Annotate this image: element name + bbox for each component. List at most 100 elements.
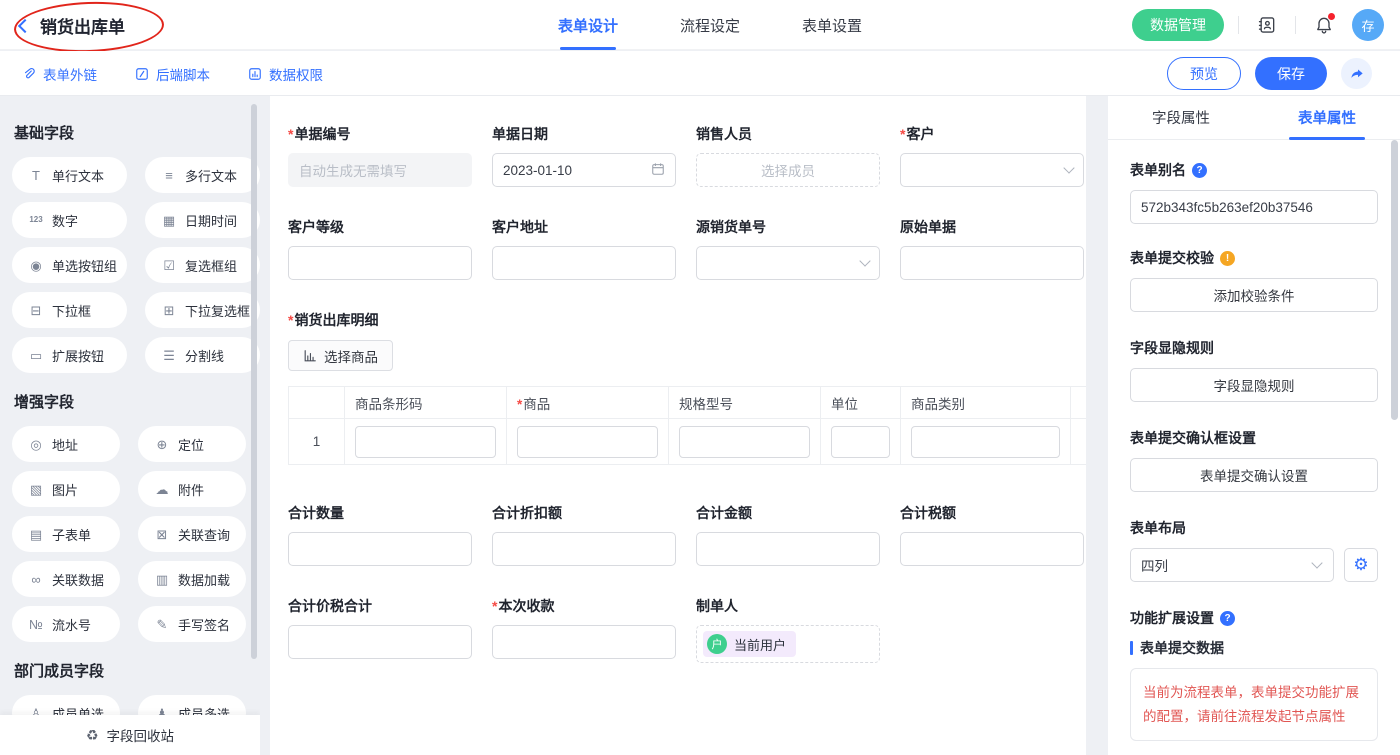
avatar[interactable]: 存 <box>1352 9 1384 41</box>
field-item-multi-line-text[interactable]: ≡多行文本 <box>145 157 260 193</box>
visibility-rules-label: 字段显隐规则 <box>1130 338 1214 358</box>
data-manage-button[interactable]: 数据管理 <box>1132 9 1224 41</box>
sidebar-scrollbar[interactable] <box>251 104 257 659</box>
source-order-select[interactable] <box>696 246 880 280</box>
field-doc-no[interactable]: *单据编号 自动生成无需填写 <box>288 124 472 187</box>
total-discount-input[interactable] <box>492 532 676 566</box>
field-item-locate[interactable]: ⊕定位 <box>138 426 246 462</box>
field-total-tax[interactable]: 合计税额 <box>900 503 1084 566</box>
doc-date-input[interactable]: 2023-01-10 <box>492 153 676 187</box>
field-customer-level[interactable]: 客户等级 <box>288 217 472 280</box>
current-user-chip: 户 当前用户 <box>703 631 796 657</box>
field-total-qty[interactable]: 合计数量 <box>288 503 472 566</box>
original-doc-input[interactable] <box>900 246 1084 280</box>
total-qty-input[interactable] <box>288 532 472 566</box>
page-title: 销货出库单 <box>40 13 125 38</box>
back-icon[interactable] <box>18 18 32 32</box>
barcode-cell-input[interactable] <box>355 426 496 458</box>
submit-confirm-button[interactable]: 表单提交确认设置 <box>1130 458 1378 492</box>
field-recycle-bin[interactable]: ♻ 字段回收站 <box>0 715 260 755</box>
field-customer[interactable]: *客户 <box>900 124 1084 187</box>
field-item-number[interactable]: 123数字 <box>12 202 127 238</box>
current-payment-input[interactable] <box>492 625 676 659</box>
unit-cell-input[interactable] <box>831 426 890 458</box>
add-validation-button[interactable]: 添加校验条件 <box>1130 278 1378 312</box>
total-tax-input[interactable] <box>900 532 1084 566</box>
field-item-signature[interactable]: ✎手写签名 <box>138 606 246 642</box>
tab-field-properties[interactable]: 字段属性 <box>1108 96 1254 139</box>
category-cell-input[interactable] <box>911 426 1060 458</box>
field-item-divider[interactable]: ☰分割线 <box>145 337 260 373</box>
share-button[interactable] <box>1341 58 1372 89</box>
row-index: 1 <box>289 419 345 465</box>
bar-chart-icon <box>303 349 317 363</box>
total-with-tax-input[interactable] <box>288 625 472 659</box>
field-original-doc[interactable]: 原始单据 <box>900 217 1084 280</box>
field-item-serial-number[interactable]: №流水号 <box>12 606 120 642</box>
field-item-data-load[interactable]: ▥数据加载 <box>138 561 246 597</box>
total-amount-input[interactable] <box>696 532 880 566</box>
sales-person-picker[interactable]: 选择成员 <box>696 153 880 187</box>
form-external-link[interactable]: 表单外链 <box>22 64 97 84</box>
section-title-basic-fields: 基础字段 <box>14 122 246 143</box>
field-total-discount[interactable]: 合计折扣额 <box>492 503 676 566</box>
tab-flow-setting[interactable]: 流程设定 <box>674 0 746 50</box>
field-source-order-no[interactable]: 源销货单号 <box>696 217 880 280</box>
divider <box>1295 16 1296 34</box>
col-unit: 单位 <box>821 387 901 419</box>
field-item-checkbox-group[interactable]: ☑复选框组 <box>145 247 260 283</box>
radio-group-icon: ◉ <box>28 259 44 272</box>
form-layout-label: 表单布局 <box>1130 518 1186 538</box>
serial-number-icon: № <box>28 618 44 631</box>
field-item-radio-group[interactable]: ◉单选按钮组 <box>12 247 127 283</box>
tab-form-design[interactable]: 表单设计 <box>552 0 624 50</box>
field-customer-address[interactable]: 客户地址 <box>492 217 676 280</box>
field-item-multi-select[interactable]: ⊞下拉复选框 <box>145 292 260 328</box>
tab-form-setting[interactable]: 表单设置 <box>796 0 868 50</box>
select-product-button[interactable]: 选择商品 <box>288 340 393 371</box>
customer-address-input[interactable] <box>492 246 676 280</box>
tab-form-properties[interactable]: 表单属性 <box>1254 96 1400 139</box>
field-item-attachment[interactable]: ☁附件 <box>138 471 246 507</box>
help-icon[interactable]: ? <box>1192 163 1207 178</box>
preview-button[interactable]: 预览 <box>1167 57 1241 90</box>
calendar-icon <box>651 162 665 179</box>
action-toolbar: 表单外链 后端脚本 数据权限 预览 保存 <box>0 51 1400 96</box>
form-designer-app: 销货出库单 表单设计 流程设定 表单设置 数据管理 <box>0 0 1400 755</box>
doc-creator-picker[interactable]: 户 当前用户 <box>696 625 880 663</box>
layout-settings-button[interactable]: ⚙ <box>1344 548 1378 582</box>
field-item-select[interactable]: ⊟下拉框 <box>12 292 127 328</box>
subform-table: 商品条形码 *商品 规格型号 单位 商品类别 1 <box>288 386 1086 465</box>
field-item-address[interactable]: ◎地址 <box>12 426 120 462</box>
field-total-amount[interactable]: 合计金额 <box>696 503 880 566</box>
visibility-rules-button[interactable]: 字段显隐规则 <box>1130 368 1378 402</box>
customer-select[interactable] <box>900 153 1084 187</box>
field-item-single-line-text[interactable]: T单行文本 <box>12 157 127 193</box>
form-alias-input[interactable] <box>1130 190 1378 224</box>
panel-scrollbar[interactable] <box>1391 140 1398 420</box>
backend-script-link[interactable]: 后端脚本 <box>135 64 210 84</box>
data-permission-link[interactable]: 数据权限 <box>248 64 323 84</box>
field-doc-creator[interactable]: 制单人 户 当前用户 <box>696 596 880 663</box>
help-icon[interactable]: ? <box>1220 611 1235 626</box>
field-doc-date[interactable]: 单据日期 2023-01-10 <box>492 124 676 187</box>
field-total-with-tax[interactable]: 合计价税合计 <box>288 596 472 663</box>
share-arrow-icon <box>1349 66 1365 82</box>
field-item-lookup[interactable]: ⊠关联查询 <box>138 516 246 552</box>
field-item-subform[interactable]: ▤子表单 <box>12 516 120 552</box>
field-sales-person[interactable]: 销售人员 选择成员 <box>696 124 880 187</box>
contacts-icon[interactable] <box>1253 11 1281 39</box>
field-item-extend-button[interactable]: ▭扩展按钮 <box>12 337 127 373</box>
field-current-payment[interactable]: *本次收款 <box>492 596 676 663</box>
spec-cell-input[interactable] <box>679 426 810 458</box>
locate-icon: ⊕ <box>154 438 170 451</box>
field-item-datetime[interactable]: ▦日期时间 <box>145 202 260 238</box>
field-item-linked-data[interactable]: ∞关联数据 <box>12 561 120 597</box>
product-cell-input[interactable] <box>517 426 658 458</box>
customer-level-input[interactable] <box>288 246 472 280</box>
number-icon: 123 <box>28 216 44 224</box>
save-button[interactable]: 保存 <box>1255 57 1327 90</box>
field-item-image[interactable]: ▧图片 <box>12 471 120 507</box>
notification-bell-icon[interactable] <box>1310 11 1338 39</box>
layout-select[interactable]: 四列 <box>1130 548 1334 582</box>
